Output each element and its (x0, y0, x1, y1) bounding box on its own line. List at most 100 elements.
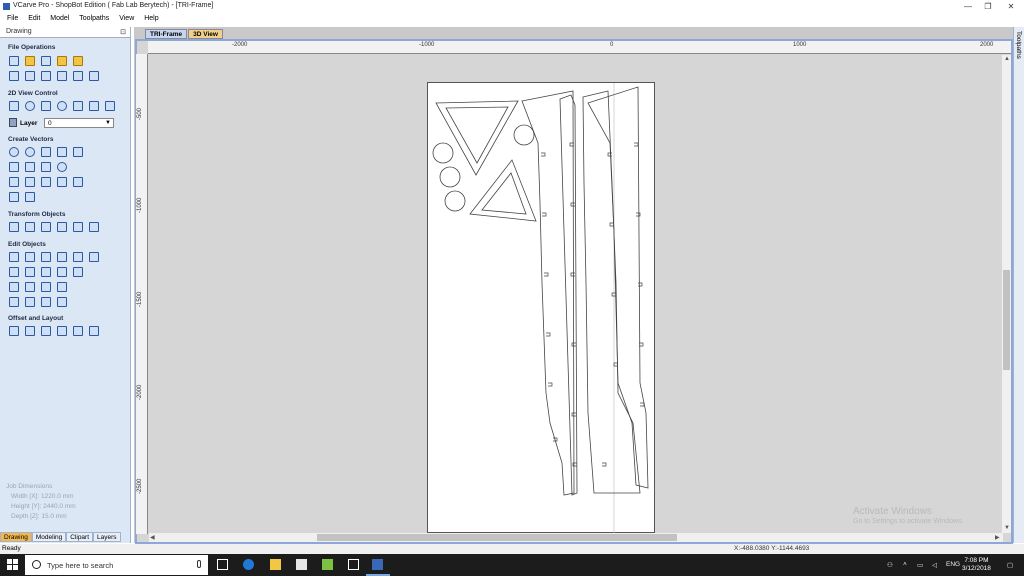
draw-rectangle-icon[interactable] (41, 147, 51, 157)
open-file-icon[interactable] (57, 56, 67, 66)
pan-icon[interactable] (9, 101, 19, 111)
bitmap-trace-icon[interactable] (73, 177, 83, 187)
close-button[interactable]: ✕ (999, 0, 1023, 13)
redo-icon[interactable] (89, 71, 99, 81)
draw-star-icon[interactable] (73, 147, 83, 157)
smooth-icon[interactable] (41, 282, 51, 292)
triangle-frame-upper[interactable] (435, 100, 519, 176)
align-icon[interactable] (25, 222, 35, 232)
battery-icon[interactable]: ▭ (917, 561, 923, 569)
subtract-icon[interactable] (25, 267, 35, 277)
tab-3d-view[interactable]: 3D View (188, 29, 223, 39)
auto-layout-text-icon[interactable] (41, 177, 51, 187)
text-icon[interactable] (9, 177, 19, 187)
app-icon[interactable] (322, 559, 333, 570)
nesting-icon[interactable] (57, 326, 67, 336)
menu-view[interactable]: View (115, 13, 138, 25)
join-icon[interactable] (57, 267, 67, 277)
node-edit-icon[interactable] (25, 252, 35, 262)
tab-drawing[interactable]: Drawing (0, 532, 32, 542)
extend-icon[interactable] (25, 282, 35, 292)
draw-polyline-icon[interactable] (9, 162, 19, 172)
arrow-icon[interactable] (57, 282, 67, 292)
offset-icon[interactable] (9, 326, 19, 336)
interactive-select-icon[interactable] (41, 252, 51, 262)
text-on-curve-icon[interactable] (25, 177, 35, 187)
undo-icon[interactable] (73, 71, 83, 81)
menu-help[interactable]: Help (140, 13, 162, 25)
dogbone-icon[interactable] (25, 297, 35, 307)
mail-icon[interactable] (348, 559, 359, 570)
drawing-canvas[interactable] (149, 55, 1003, 533)
system-clock[interactable]: 7:08 PM 3/12/2018 (962, 557, 991, 573)
store-icon[interactable] (296, 559, 307, 570)
draw-circle-icon[interactable] (9, 147, 19, 157)
trace-icon[interactable] (25, 192, 35, 202)
dimension-icon[interactable] (57, 177, 67, 187)
curve-fit-icon[interactable] (89, 252, 99, 262)
edge-browser-icon[interactable] (243, 559, 254, 570)
draw-arc-icon[interactable] (25, 162, 35, 172)
triangle-frame-lower[interactable] (469, 159, 537, 222)
fillet-icon[interactable] (9, 192, 19, 202)
array-copy-icon[interactable] (25, 326, 35, 336)
tab-clipart[interactable]: Clipart (66, 532, 94, 542)
weld-icon[interactable] (9, 267, 19, 277)
job-setup-icon[interactable] (9, 71, 19, 81)
hub-circle[interactable] (432, 142, 454, 164)
task-view-icon[interactable] (217, 559, 228, 570)
step-repeat-icon[interactable] (89, 326, 99, 336)
menu-edit[interactable]: Edit (24, 13, 44, 25)
ungroup-icon[interactable] (73, 252, 83, 262)
tab-modeling[interactable]: Modeling (31, 532, 67, 542)
menu-file[interactable]: File (0, 13, 22, 25)
draw-ellipse-icon[interactable] (25, 147, 35, 157)
group-icon[interactable] (57, 252, 67, 262)
hub-circle[interactable] (513, 124, 535, 146)
menu-model[interactable]: Model (46, 13, 73, 25)
hub-circle[interactable] (444, 190, 466, 212)
move-icon[interactable] (9, 222, 19, 232)
people-icon[interactable]: ⚇ (887, 561, 893, 569)
zoom-extents-icon[interactable] (41, 101, 51, 111)
save-icon[interactable] (41, 56, 51, 66)
open-folder-icon[interactable] (25, 56, 35, 66)
circular-array-icon[interactable] (41, 326, 51, 336)
scissors-icon[interactable] (73, 267, 83, 277)
hub-circle[interactable] (439, 166, 461, 188)
draw-spiral-icon[interactable] (57, 162, 67, 172)
copy-icon[interactable] (41, 71, 51, 81)
toolpaths-panel-tab[interactable]: Toolpaths (1013, 27, 1024, 543)
restore-button[interactable]: ❐ (976, 0, 1000, 13)
frame-rail-c[interactable] (582, 90, 641, 494)
frame-rail-b[interactable] (559, 94, 578, 496)
vertical-scrollbar[interactable]: ▲ ▼ (1002, 55, 1011, 533)
fillet-corner-icon[interactable] (57, 297, 67, 307)
horizontal-scroll-thumb[interactable] (317, 534, 677, 541)
scale-icon[interactable] (73, 222, 83, 232)
select-icon[interactable] (9, 252, 19, 262)
zoom-selected-icon[interactable] (57, 101, 67, 111)
scroll-up-icon[interactable]: ▲ (1004, 56, 1010, 62)
draw-polygon-icon[interactable] (57, 147, 67, 157)
fill-region-icon[interactable] (73, 326, 83, 336)
pin-icon[interactable]: ⊡ (120, 28, 126, 36)
draw-curve-icon[interactable] (41, 162, 51, 172)
distort-icon[interactable] (89, 222, 99, 232)
microphone-icon[interactable] (197, 560, 201, 568)
zoom-in-icon[interactable] (25, 101, 35, 111)
vertical-scroll-thumb[interactable] (1003, 270, 1010, 370)
chevron-up-icon[interactable]: ˄ (903, 561, 907, 568)
trim-icon[interactable] (9, 282, 19, 292)
paste-icon[interactable] (57, 71, 67, 81)
taskbar-search-input[interactable]: Type here to search (25, 555, 208, 575)
tab-layers[interactable]: Layers (93, 532, 121, 542)
vcarve-taskbar-icon[interactable] (372, 559, 383, 570)
tab-tri-frame[interactable]: TRI-Frame (145, 29, 188, 39)
file-explorer-icon[interactable] (270, 559, 281, 570)
layer-select[interactable]: 0 ▼ (44, 118, 114, 128)
rotate-icon[interactable] (41, 222, 51, 232)
intersect-icon[interactable] (41, 267, 51, 277)
horizontal-scrollbar[interactable]: ◀ ▶ (149, 533, 1003, 542)
volume-icon[interactable]: ◁ (932, 561, 937, 569)
